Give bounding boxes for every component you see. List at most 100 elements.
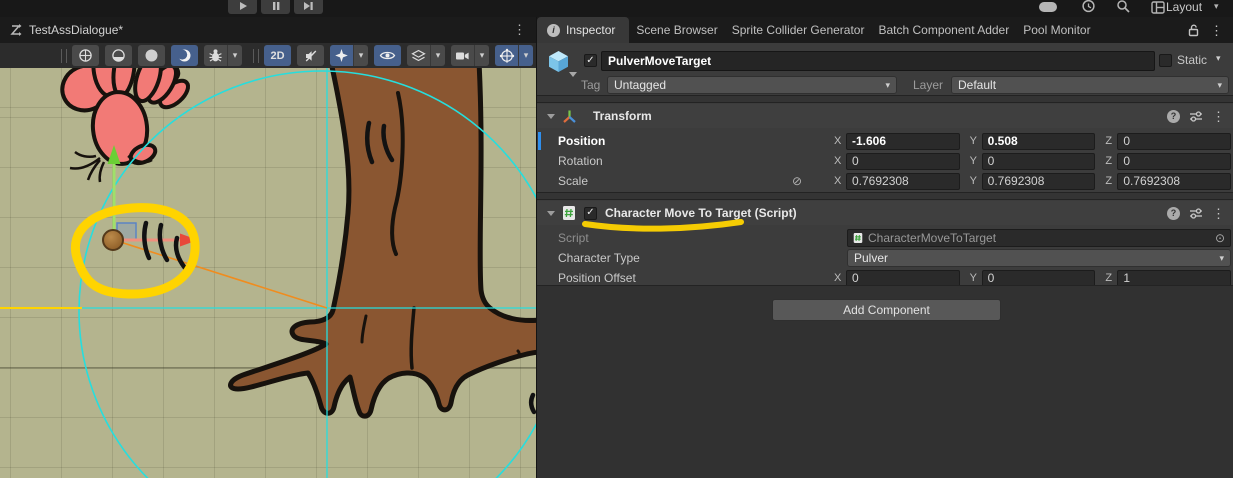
inspector-empty-area: Add Component: [537, 285, 1233, 478]
tab-pool-monitor[interactable]: Pool Monitor: [1016, 23, 1097, 37]
position-z-field[interactable]: 0: [1117, 133, 1231, 150]
position-label[interactable]: Position: [537, 134, 813, 148]
pause-icon: [271, 1, 281, 11]
script-object-field[interactable]: CharacterMoveToTarget ⊙: [847, 229, 1231, 247]
chevron-down-icon: ▾: [480, 51, 485, 60]
component-kebab-icon[interactable]: ⋮: [1212, 110, 1225, 123]
static-caret-icon[interactable]: ▾: [1216, 54, 1221, 63]
foldout-triangle-icon[interactable]: [547, 211, 555, 216]
gizmo-sphere-icon: [495, 45, 519, 66]
audio-mute-toggle[interactable]: [297, 45, 324, 66]
script-component-header[interactable]: ✓ Character Move To Target (Script) ? ⋮: [537, 201, 1233, 225]
shading-wireframe-button[interactable]: [72, 45, 99, 66]
script-icon: [562, 205, 576, 221]
chevron-down-icon: ▾: [885, 80, 890, 91]
tag-dropdown[interactable]: Untagged ▾: [607, 76, 897, 94]
gameobject-name-field[interactable]: PulverMoveTarget: [601, 51, 1155, 71]
z-axis-label: Z: [1105, 175, 1117, 187]
position-x-field[interactable]: -1.606: [846, 133, 960, 150]
component-kebab-icon[interactable]: ⋮: [1212, 207, 1225, 220]
bird-sprite[interactable]: [55, 68, 193, 182]
search-icon[interactable]: [1113, 0, 1133, 14]
z-axis-label: Z: [1105, 272, 1117, 284]
x-axis-label: X: [834, 272, 846, 284]
script-label: Script: [537, 231, 813, 245]
object-picker-icon[interactable]: ⊙: [1215, 231, 1225, 245]
prefab-override-bar: [538, 132, 541, 150]
scene-visibility-toggle[interactable]: [374, 45, 401, 66]
separator: [537, 192, 1233, 200]
character-type-label: Character Type: [537, 251, 813, 265]
debug-draw-mode-button[interactable]: ▾: [204, 45, 242, 66]
active-checkbox[interactable]: ✓: [584, 54, 597, 67]
foldout-triangle-icon[interactable]: [547, 114, 555, 119]
script-icon: [853, 232, 863, 244]
rotation-y-field[interactable]: 0: [982, 153, 1096, 170]
shading-shaded-wireframe-button[interactable]: [105, 45, 132, 66]
rotation-x-field[interactable]: 0: [846, 153, 960, 170]
rotation-label[interactable]: Rotation: [537, 154, 813, 168]
chevron-down-icon: ▾: [524, 51, 529, 60]
position-y-field[interactable]: 0.508: [982, 133, 1096, 150]
presets-icon[interactable]: [1189, 110, 1203, 123]
link-broken-icon[interactable]: ⊘: [792, 174, 802, 188]
play-button[interactable]: [228, 0, 257, 14]
offset-x-field[interactable]: 0: [846, 270, 960, 287]
inspector-kebab-icon[interactable]: ⋮: [1210, 24, 1223, 37]
scene-viewport[interactable]: [0, 68, 536, 478]
help-icon[interactable]: ?: [1167, 207, 1180, 220]
z-axis-label: Z: [1105, 155, 1117, 167]
scene-view-toolbar: ▾ 2D ▾ ▾: [0, 43, 536, 68]
cloud-services-icon[interactable]: [1038, 0, 1058, 14]
component-enabled-checkbox[interactable]: ✓: [584, 207, 597, 220]
scene-tabstrip: TestAssDialogue* ⋮: [0, 17, 536, 43]
scale-x-field[interactable]: 0.7692308: [846, 173, 960, 190]
y-axis-label: Y: [970, 272, 982, 284]
add-component-button[interactable]: Add Component: [772, 299, 1001, 321]
overlay-drag-handle[interactable]: [253, 49, 259, 63]
inspector-tabstrip: i Inspector Scene Browser Sprite Collide…: [537, 17, 1233, 43]
lock-icon[interactable]: [1187, 23, 1200, 37]
effects-visibility-button[interactable]: ▾: [330, 45, 368, 66]
transform-title: Transform: [593, 109, 652, 123]
scene-lighting-toggle[interactable]: [171, 45, 198, 66]
tree-sprite[interactable]: [231, 68, 536, 416]
offset-y-field[interactable]: 0: [982, 270, 1096, 287]
rotation-row: Rotation X0 Y0 Z0: [537, 151, 1233, 171]
transform-header[interactable]: Transform ? ⋮: [537, 104, 1233, 128]
transform-component: Transform ? ⋮ Position X-1.606 Y0: [537, 104, 1233, 192]
2d-mode-toggle[interactable]: 2D: [264, 45, 291, 66]
tab-scene-browser[interactable]: Scene Browser: [629, 23, 724, 37]
tab-inspector[interactable]: i Inspector: [537, 17, 629, 43]
chevron-down-icon: ▾: [436, 51, 441, 60]
layout-grid-icon[interactable]: [1148, 0, 1168, 14]
bug-icon: [204, 45, 228, 66]
inspector-panel: i Inspector Scene Browser Sprite Collide…: [536, 17, 1233, 478]
layers-button[interactable]: ▾: [407, 45, 445, 66]
layout-dropdown[interactable]: Layout: [1166, 0, 1202, 14]
gizmos-button[interactable]: ▾: [495, 45, 533, 66]
tab-testassdialogue[interactable]: TestAssDialogue*: [0, 23, 123, 37]
help-icon[interactable]: ?: [1167, 110, 1180, 123]
scale-z-field[interactable]: 0.7692308: [1117, 173, 1231, 190]
presets-icon[interactable]: [1189, 207, 1203, 220]
rotation-z-field[interactable]: 0: [1117, 153, 1231, 170]
scale-label[interactable]: Scale: [537, 174, 792, 188]
move-target-ball-sprite[interactable]: [103, 230, 123, 250]
pause-button[interactable]: [261, 0, 290, 14]
offset-z-field[interactable]: 1: [1117, 270, 1231, 287]
scene-tab-kebab-icon[interactable]: ⋮: [513, 22, 526, 38]
camera-overlay-button[interactable]: ▾: [451, 45, 489, 66]
tab-sprite-collider-generator[interactable]: Sprite Collider Generator: [725, 23, 872, 37]
static-checkbox[interactable]: [1159, 54, 1172, 67]
undo-history-icon[interactable]: [1078, 0, 1098, 14]
layout-caret-icon: ▾: [1214, 1, 1219, 12]
tab-batch-component-adder[interactable]: Batch Component Adder: [871, 23, 1016, 37]
shading-shaded-button[interactable]: [138, 45, 165, 66]
overlay-drag-handle[interactable]: [61, 49, 67, 63]
layer-dropdown[interactable]: Default ▾: [951, 76, 1229, 94]
step-button[interactable]: [294, 0, 323, 14]
scale-y-field[interactable]: 0.7692308: [982, 173, 1096, 190]
transform-icon: [562, 109, 577, 124]
character-type-dropdown[interactable]: Pulver ▾: [847, 249, 1231, 267]
